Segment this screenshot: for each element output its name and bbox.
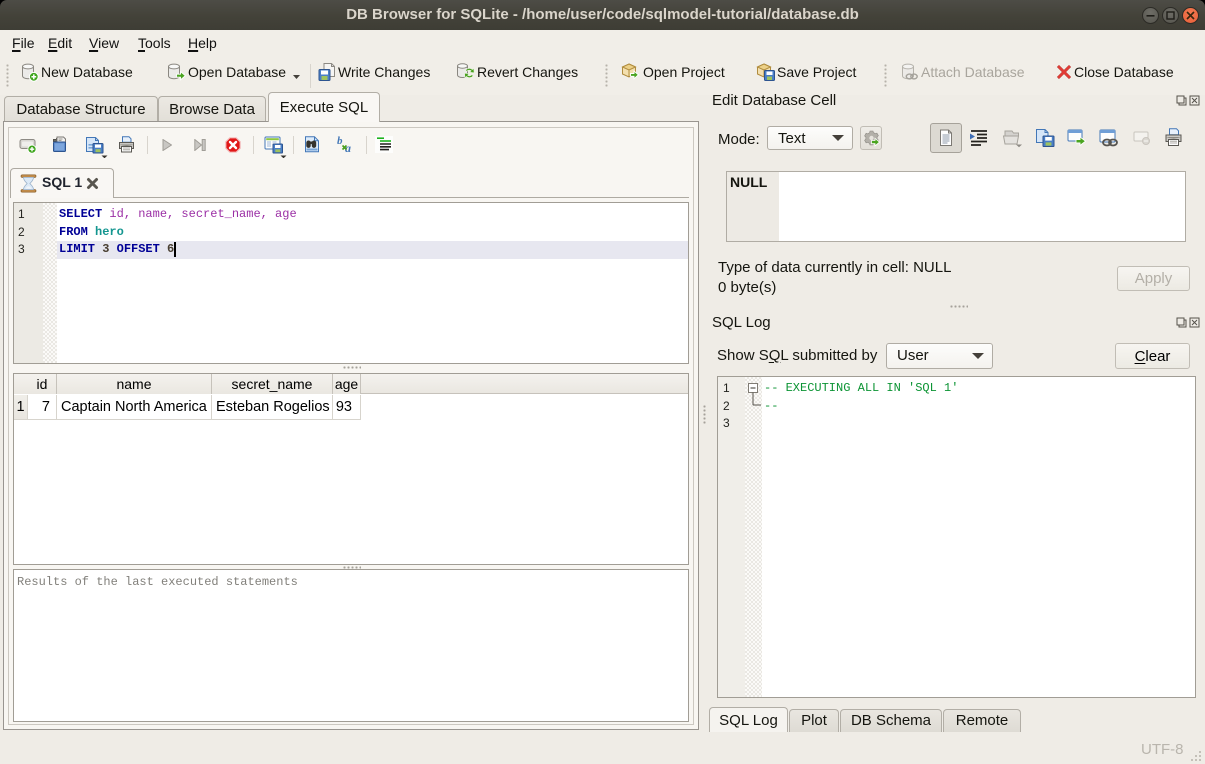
- svg-text:a: a: [345, 141, 351, 154]
- svg-text:b: b: [337, 135, 343, 147]
